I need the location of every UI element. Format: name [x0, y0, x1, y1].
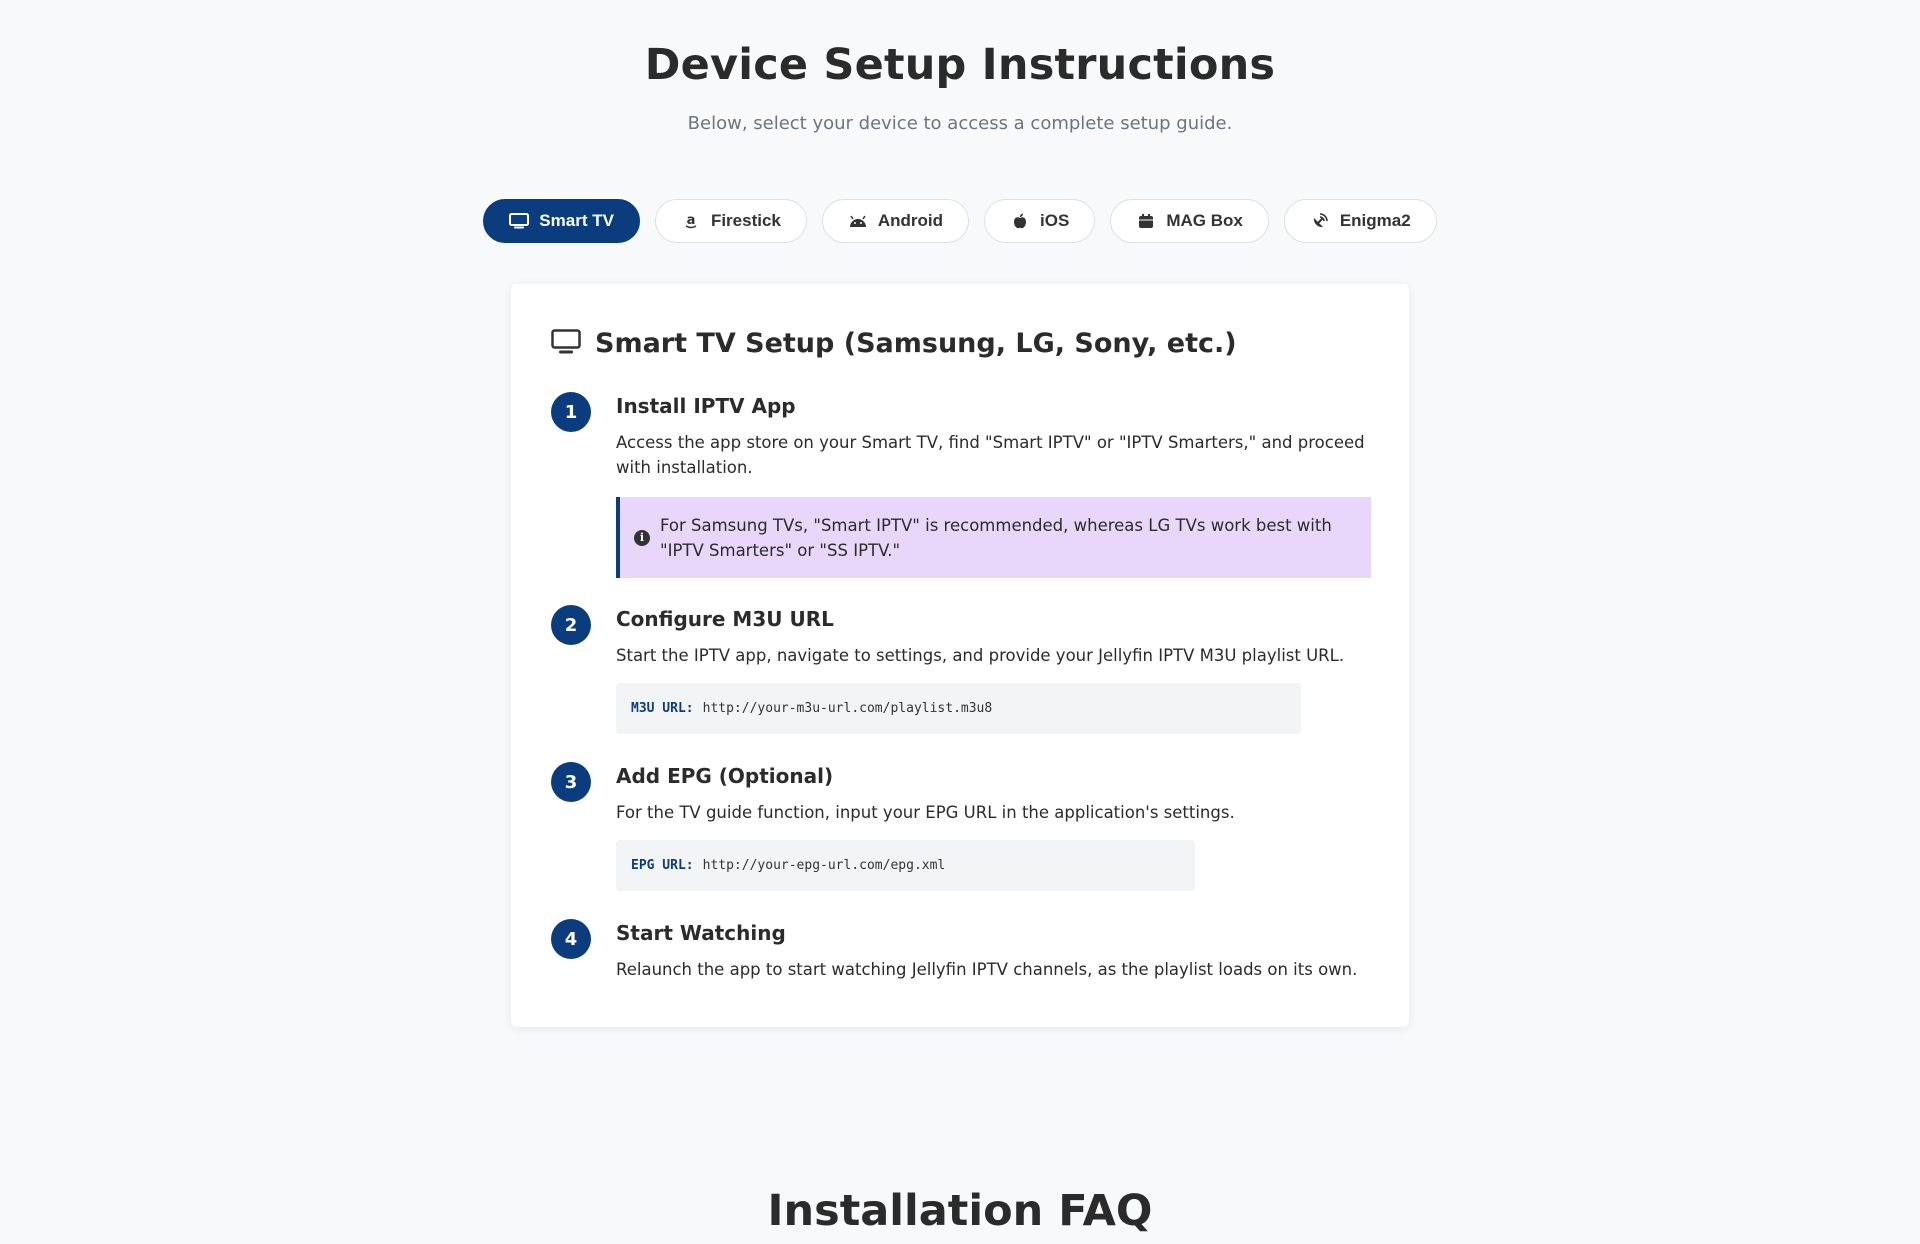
svg-text:a: a: [687, 213, 696, 228]
tv-icon: [551, 328, 581, 359]
info-icon: i: [634, 529, 650, 546]
tab-label: Android: [877, 211, 944, 230]
step-text: For the TV guide function, input your EP…: [616, 803, 1235, 822]
tab-firestick[interactable]: a Firestick: [654, 199, 807, 243]
tab-android[interactable]: Android: [821, 199, 970, 243]
step-number: 1: [551, 392, 591, 432]
box-icon: [1136, 212, 1156, 230]
step-text: Start the IPTV app, navigate to settings…: [616, 646, 1345, 665]
step-title: Configure M3U URL: [616, 607, 834, 631]
faq-title: Installation FAQ: [767, 1186, 1153, 1236]
card-title: Smart TV Setup (Samsung, LG, Sony, etc.): [595, 328, 1237, 359]
satellite-dish-icon: [1310, 212, 1330, 230]
m3u-url-code-block[interactable]: M3U URL: http://your-m3u-url.com/playlis…: [616, 683, 1301, 734]
smart-tv-setup-card: Smart TV Setup (Samsung, LG, Sony, etc.)…: [511, 284, 1409, 1027]
epg-url-code-block[interactable]: EPG URL: http://your-epg-url.com/epg.xml: [616, 840, 1195, 891]
page-title: Device Setup Instructions: [644, 40, 1276, 90]
amazon-icon: a: [681, 212, 701, 230]
tab-label: MAG Box: [1166, 211, 1243, 230]
tab-label: iOS: [1040, 211, 1070, 230]
step-title: Start Watching: [616, 921, 786, 945]
step-title: Add EPG (Optional): [616, 764, 834, 788]
info-note: i For Samsung TVs, "Smart IPTV" is recom…: [616, 497, 1371, 578]
tab-mag-box[interactable]: MAG Box: [1110, 199, 1269, 243]
tab-label: Smart TV: [539, 211, 614, 230]
step-title: Install IPTV App: [616, 394, 796, 418]
android-icon: [848, 212, 868, 230]
code-value[interactable]: http://your-epg-url.com/epg.xml: [703, 858, 946, 873]
apple-icon: [1010, 212, 1030, 230]
note-text: For Samsung TVs, "Smart IPTV" is recomme…: [660, 515, 1332, 560]
tv-icon: [509, 212, 530, 230]
code-value[interactable]: http://your-m3u-url.com/playlist.m3u8: [703, 701, 993, 716]
step-number: 2: [551, 605, 591, 645]
step-number: 4: [551, 919, 591, 959]
code-label: M3U URL:: [631, 701, 694, 716]
step-number: 3: [551, 762, 591, 802]
code-label: EPG URL:: [631, 858, 694, 873]
tab-enigma2[interactable]: Enigma2: [1283, 199, 1437, 243]
tab-label: Enigma2: [1339, 211, 1411, 230]
device-tabs: Smart TV a Firestick Android iOS MAG Box: [0, 199, 1920, 243]
card-header: Smart TV Setup (Samsung, LG, Sony, etc.): [551, 328, 1237, 359]
tab-label: Firestick: [710, 211, 781, 230]
step-text: Relaunch the app to start watching Jelly…: [616, 960, 1358, 979]
page-subtitle: Below, select your device to access a co…: [687, 113, 1233, 134]
step-text: Access the app store on your Smart TV, f…: [616, 433, 1365, 477]
tab-ios[interactable]: iOS: [984, 199, 1096, 243]
tab-smart-tv[interactable]: Smart TV: [483, 199, 640, 243]
page: Device Setup Instructions Below, select …: [0, 0, 1920, 1244]
